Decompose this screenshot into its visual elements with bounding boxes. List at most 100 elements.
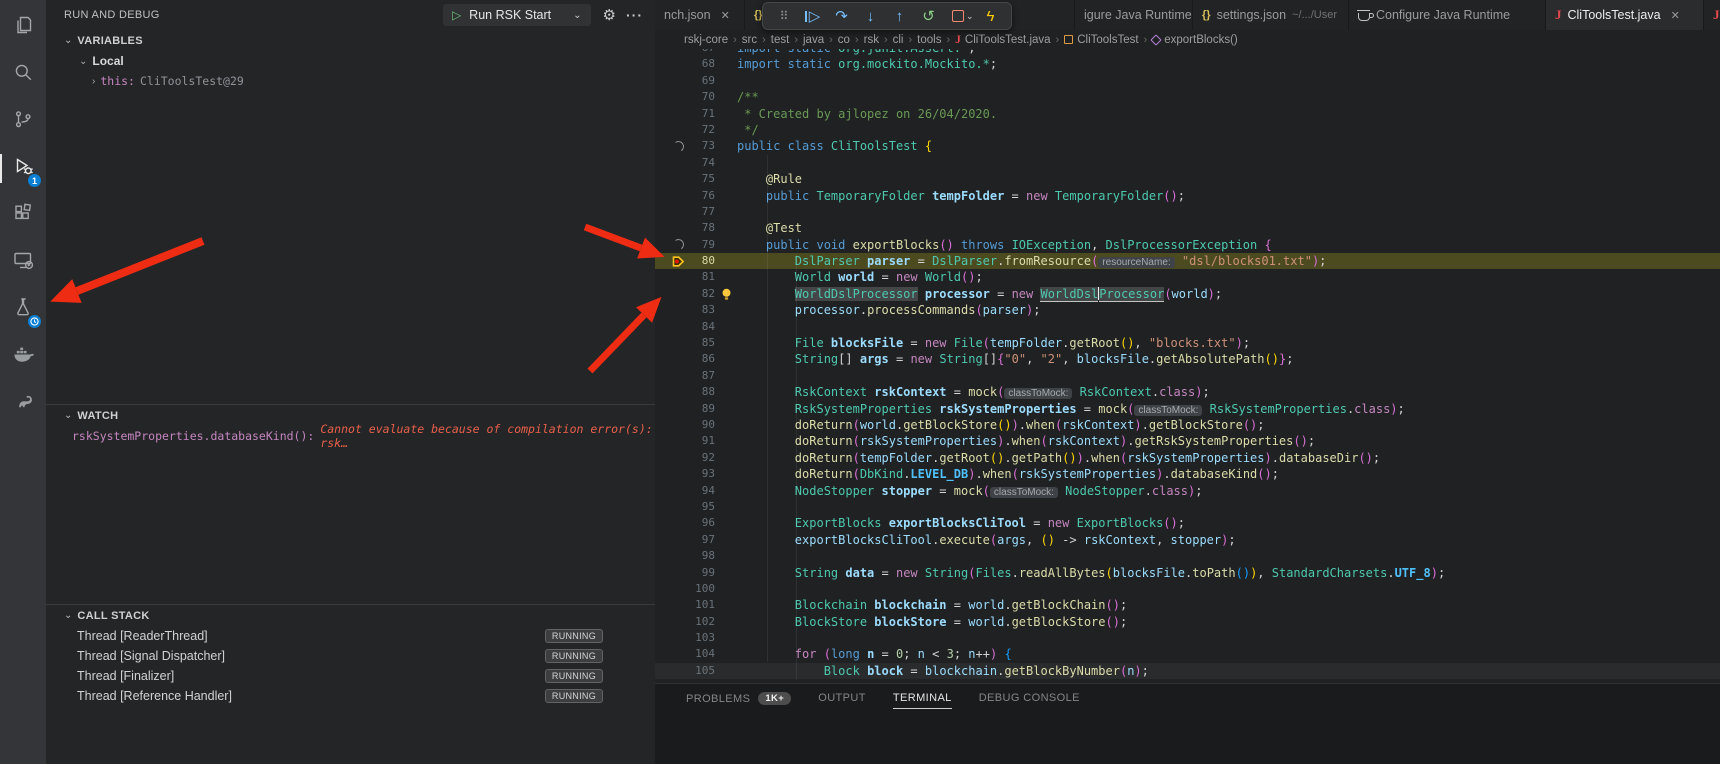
code-line-104[interactable]: 104 for (long n = 0; n < 3; n++) { [655,646,1720,662]
breadcrumb-item-java[interactable]: java [803,34,824,46]
variables-section-header[interactable]: ⌄ VARIABLES [46,30,655,51]
line-number[interactable]: 101 [687,597,715,613]
code-line-95[interactable]: 95 [655,499,1720,515]
stop-icon[interactable] [943,4,972,28]
line-number[interactable]: 89 [687,401,715,417]
line-number[interactable]: 67 [687,49,715,56]
code-line-98[interactable]: 98 [655,548,1720,564]
breadcrumb-item-rskj-core[interactable]: rskj-core [684,34,728,46]
test-progress-icon[interactable] [670,138,687,154]
line-number[interactable]: 75 [687,171,715,187]
code-line-96[interactable]: 96 ExportBlocks exportBlocksCliTool = ne… [655,515,1720,531]
line-number[interactable]: 85 [687,335,715,351]
breadcrumb-item-rsk[interactable]: rsk [864,34,879,46]
hot-code-replace-icon[interactable]: ϟ [976,4,1005,28]
more-actions-icon[interactable]: ··· [626,7,643,23]
call-stack-thread[interactable]: Thread [Signal Dispatcher]RUNNING [46,646,655,666]
panel-tab-output[interactable]: OUTPUT [818,692,866,708]
code-line-80[interactable]: 80 DslParser parser = DslParser.fromReso… [655,253,1720,269]
activity-bar-item-search-icon[interactable] [0,51,46,98]
code-line-82[interactable]: 82 WorldDslProcessor processor = new Wor… [655,286,1720,302]
step-into-icon[interactable]: ↓ [856,4,885,28]
code-line-76[interactable]: 76 public TemporaryFolder tempFolder = n… [655,188,1720,204]
activity-bar-item-gradle-icon[interactable] [0,380,46,427]
panel-tab-problems[interactable]: PROBLEMS1K+ [686,692,791,709]
line-number[interactable]: 95 [687,499,715,515]
line-number[interactable]: 74 [687,155,715,171]
code-line-97[interactable]: 97 exportBlocksCliTool.execute(args, () … [655,532,1720,548]
editor-tab-CliToolsTest.java[interactable]: JCliToolsTest.java✕ [1546,0,1704,30]
line-number[interactable]: 99 [687,565,715,581]
breadcrumb-item-co[interactable]: co [838,34,850,46]
code-editor[interactable]: 67import static org.junit.Assert.*;68imp… [655,49,1720,683]
line-number[interactable]: 94 [687,483,715,499]
line-number[interactable]: 76 [687,188,715,204]
code-line-69[interactable]: 69 [655,73,1720,89]
line-number[interactable]: 102 [687,614,715,630]
code-line-79[interactable]: 79 public void exportBlocks() throws IOE… [655,237,1720,253]
line-number[interactable]: 93 [687,466,715,482]
line-number[interactable]: 71 [687,106,715,122]
line-number[interactable]: 97 [687,532,715,548]
line-number[interactable]: 80 [687,253,715,269]
line-number[interactable]: 84 [687,319,715,335]
line-number[interactable]: 88 [687,384,715,400]
editor-tab-partial[interactable]: J [1704,0,1720,30]
code-line-86[interactable]: 86 String[] args = new String[]{"0", "2"… [655,351,1720,367]
line-number[interactable]: 103 [687,630,715,646]
activity-bar-item-testing-icon[interactable] [0,286,46,333]
breadcrumb-item-exportBlocks()[interactable]: exportBlocks() [1152,34,1238,46]
code-line-68[interactable]: 68import static org.mockito.Mockito.*; [655,56,1720,72]
breadcrumb-item-tools[interactable]: tools [917,34,941,46]
restart-icon[interactable]: ↺ [914,4,943,28]
breadcrumb-item-cli[interactable]: cli [893,34,904,46]
line-number[interactable]: 83 [687,302,715,318]
line-number[interactable]: 68 [687,56,715,72]
activity-bar-item-docker-icon[interactable] [0,333,46,380]
code-line-85[interactable]: 85 File blocksFile = new File(tempFolder… [655,335,1720,351]
line-number[interactable]: 100 [687,581,715,597]
variable-this[interactable]: › this: CliToolsTest@29 [46,71,655,91]
code-line-89[interactable]: 89 RskSystemProperties rskSystemProperti… [655,401,1720,417]
code-line-75[interactable]: 75 @Rule [655,171,1720,187]
line-number[interactable]: 69 [687,73,715,89]
code-line-87[interactable]: 87 [655,368,1720,384]
editor-tab-nch.json[interactable]: nch.json✕ [655,0,745,30]
line-number[interactable]: 104 [687,646,715,662]
code-line-91[interactable]: 91 doReturn(rskSystemProperties).when(rs… [655,433,1720,449]
line-number[interactable]: 96 [687,515,715,531]
lightbulb-icon[interactable] [715,286,737,302]
line-number[interactable]: 77 [687,204,715,220]
code-line-93[interactable]: 93 doReturn(DbKind.LEVEL_DB).when(rskSys… [655,466,1720,482]
code-line-77[interactable]: 77 [655,204,1720,220]
code-line-100[interactable]: 100 [655,581,1720,597]
call-stack-thread[interactable]: Thread [Reference Handler]RUNNING [46,686,655,706]
activity-bar-item-explorer-icon[interactable] [0,4,46,51]
close-icon[interactable]: ✕ [1671,9,1680,22]
line-number[interactable]: 70 [687,89,715,105]
code-line-78[interactable]: 78 @Test [655,220,1720,236]
line-number[interactable]: 92 [687,450,715,466]
line-number[interactable]: 79 [687,237,715,253]
call-stack-section-header[interactable]: ⌄ CALL STACK [46,605,655,626]
launch-config-dropdown[interactable]: ▷ Run RSK Start ⌄ [443,4,591,26]
breadcrumb-item-src[interactable]: src [742,34,757,46]
activity-bar-item-run-and-debug-icon[interactable]: 1 [0,145,46,192]
call-stack-thread[interactable]: Thread [ReaderThread]RUNNING [46,626,655,646]
line-number[interactable]: 105 [687,663,715,679]
continue-icon[interactable]: ▷ [798,4,827,28]
breadcrumb-item-test[interactable]: test [771,34,790,46]
line-number[interactable]: 78 [687,220,715,236]
line-number[interactable]: 91 [687,433,715,449]
code-line-105[interactable]: 105 Block block = blockchain.getBlockByN… [655,663,1720,679]
drag-grip-icon[interactable]: ⠿ [769,4,798,28]
code-line-74[interactable]: 74 [655,155,1720,171]
activity-bar-item-remote-explorer-icon[interactable] [0,239,46,286]
execution-pointer-breakpoint-icon[interactable] [670,253,687,269]
code-line-71[interactable]: 71 * Created by ajlopez on 26/04/2020. [655,106,1720,122]
code-line-101[interactable]: 101 Blockchain blockchain = world.getBlo… [655,597,1720,613]
line-number[interactable]: 87 [687,368,715,384]
step-out-icon[interactable]: ↑ [885,4,914,28]
code-line-88[interactable]: 88 RskContext rskContext = mock(classToM… [655,384,1720,400]
code-line-99[interactable]: 99 String data = new String(Files.readAl… [655,565,1720,581]
